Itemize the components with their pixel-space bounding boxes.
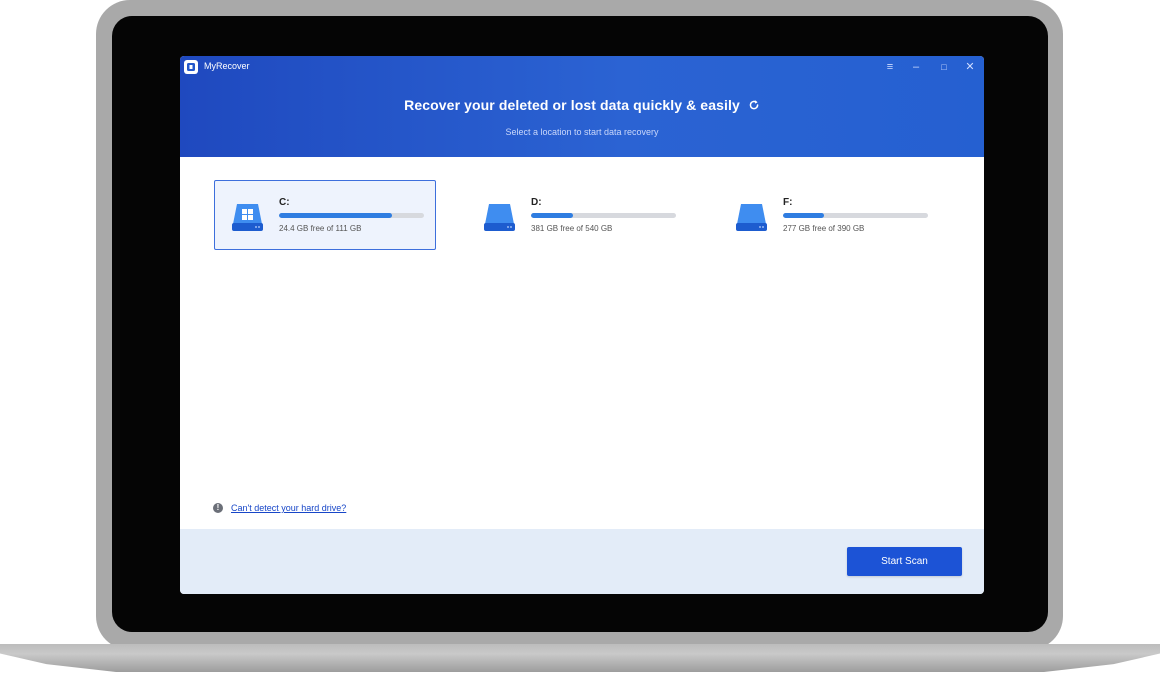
close-icon[interactable]: ✕	[962, 59, 978, 75]
windows-drive-icon	[232, 204, 263, 231]
drive-name: D:	[531, 197, 542, 208]
drive-usage-fill	[279, 213, 393, 218]
drive-free-space: 277 GB free of 390 GB	[783, 224, 865, 233]
drive-card-d[interactable]: D: 381 GB free of 540 GB	[466, 180, 688, 250]
menu-icon[interactable]: ≡	[882, 59, 898, 75]
page-title: Recover your deleted or lost data quickl…	[180, 97, 984, 113]
title-bar: MyRecover ≡ – □ ✕	[180, 56, 984, 78]
drive-usage-bar	[279, 213, 424, 218]
drive-usage-bar	[531, 213, 676, 218]
drive-usage-fill	[783, 213, 824, 218]
refresh-icon[interactable]	[748, 99, 760, 111]
start-scan-button[interactable]: Start Scan	[847, 547, 962, 576]
info-icon: !	[213, 503, 223, 513]
drive-name: F:	[783, 197, 793, 208]
app-name: MyRecover	[204, 61, 250, 71]
laptop-base	[0, 644, 1160, 672]
page-subtitle: Select a location to start data recovery	[505, 127, 659, 137]
footer-bar: Start Scan	[180, 529, 984, 594]
drive-usage-bar	[783, 213, 928, 218]
drive-card-c[interactable]: C: 24.4 GB free of 111 GB	[214, 180, 436, 250]
page-title-text: Recover your deleted or lost data quickl…	[404, 97, 740, 113]
cant-detect-drive-link[interactable]: Can't detect your hard drive?	[231, 503, 346, 513]
maximize-icon[interactable]: □	[936, 59, 952, 75]
drive-icon	[736, 204, 767, 231]
drive-free-space: 381 GB free of 540 GB	[531, 224, 613, 233]
drive-name: C:	[279, 197, 290, 208]
app-window: MyRecover ≡ – □ ✕ Recover your deleted o…	[180, 56, 984, 594]
drive-card-f[interactable]: F: 277 GB free of 390 GB	[718, 180, 940, 250]
minimize-icon[interactable]: –	[908, 59, 924, 75]
drive-icon	[484, 204, 515, 231]
app-header: MyRecover ≡ – □ ✕ Recover your deleted o…	[180, 56, 984, 157]
app-logo-icon	[184, 60, 198, 74]
drive-free-space: 24.4 GB free of 111 GB	[279, 224, 362, 233]
drive-usage-fill	[531, 213, 574, 218]
